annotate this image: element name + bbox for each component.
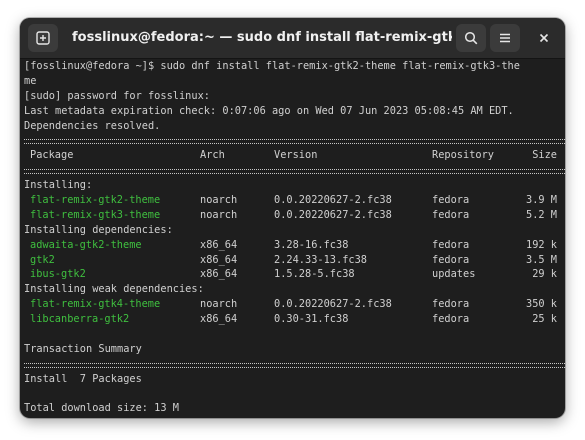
package-repo: fedora [432, 313, 470, 326]
header-size: Size [532, 149, 557, 162]
package-size: 3.5 M [526, 253, 557, 266]
header-version: Version [274, 149, 318, 162]
header-repository: Repository [432, 149, 494, 162]
package-size: 3.9 M [526, 194, 557, 207]
window-title: fosslinux@fedora:~ — sudo dnf install fl… [72, 30, 452, 45]
table-header: Package Arch Version Repository Size [24, 148, 565, 163]
close-button[interactable] [529, 24, 559, 52]
table-row: libcanberra-gtk2 x86_64 0.30-31.fc38 fed… [24, 312, 565, 327]
package-arch: noarch [200, 298, 238, 311]
package-version: 3.28-16.fc38 [274, 238, 349, 251]
table-row: flat-remix-gtk2-theme noarch 0.0.2022062… [24, 193, 565, 208]
table-row: flat-remix-gtk4-theme noarch 0.0.2022062… [24, 297, 565, 312]
table-row: adwaita-gtk2-theme x86_64 3.28-16.fc38 f… [24, 238, 565, 253]
plus-icon [36, 31, 50, 45]
section-label: Installing: [24, 179, 93, 192]
package-repo: fedora [432, 298, 470, 311]
table-row: ibus-gtk2 x86_64 1.5.28-5.fc38 updates 2… [24, 267, 565, 282]
package-name: gtk2 [30, 253, 55, 266]
package-arch: x86_64 [200, 268, 238, 281]
separator [24, 163, 565, 178]
package-version: 0.30-31.fc38 [274, 313, 349, 326]
package-version: 0.0.20220627-2.fc38 [274, 298, 392, 311]
package-size: 192 k [526, 238, 557, 251]
section-label: Installing dependencies: [24, 223, 173, 236]
header-package: Package [30, 149, 74, 162]
package-arch: noarch [200, 194, 238, 207]
package-arch: x86_64 [200, 238, 238, 251]
install-count-line: Install 7 Packages [24, 372, 142, 385]
separator [24, 133, 565, 148]
package-repo: fedora [432, 253, 470, 266]
title-bar: fosslinux@fedora:~ — sudo dnf install fl… [20, 18, 565, 59]
hamburger-menu-icon [500, 33, 510, 43]
terminal-output[interactable]: [fosslinux@fedora ~]$ sudo dnf install f… [20, 59, 565, 418]
sudo-prompt: [sudo] password for fosslinux: [24, 89, 210, 102]
download-size-line: Total download size: 13 M [24, 402, 179, 415]
package-size: 25 k [532, 313, 557, 326]
package-repo: updates [432, 268, 476, 281]
package-version: 2.24.33-13.fc38 [274, 253, 367, 266]
package-name: flat-remix-gtk4-theme [30, 298, 161, 311]
command-line-wrap: me [24, 74, 37, 87]
package-name: adwaita-gtk2-theme [30, 238, 142, 251]
separator [24, 357, 565, 372]
package-version: 0.0.20220627-2.fc38 [274, 194, 392, 207]
table-row: gtk2 x86_64 2.24.33-13.fc38 fedora 3.5 M [24, 253, 565, 268]
package-size: 350 k [526, 298, 557, 311]
package-arch: x86_64 [200, 313, 238, 326]
search-button[interactable] [456, 24, 486, 52]
package-arch: noarch [200, 208, 238, 221]
close-icon [539, 33, 549, 43]
package-repo: fedora [432, 194, 470, 207]
package-arch: x86_64 [200, 253, 238, 266]
transaction-summary-label: Transaction Summary [24, 342, 142, 355]
package-repo: fedora [432, 208, 470, 221]
package-name: libcanberra-gtk2 [30, 313, 130, 326]
deps-resolved-line: Dependencies resolved. [24, 119, 161, 132]
package-repo: fedora [432, 238, 470, 251]
new-tab-button[interactable] [28, 24, 58, 52]
search-icon [464, 31, 478, 45]
command-line: [fosslinux@fedora ~]$ sudo dnf install f… [24, 60, 520, 72]
package-size: 29 k [532, 268, 557, 281]
package-name: flat-remix-gtk2-theme [30, 194, 161, 207]
header-arch: Arch [200, 149, 225, 162]
table-row: flat-remix-gtk3-theme noarch 0.0.2022062… [24, 208, 565, 223]
package-version: 1.5.28-5.fc38 [274, 268, 355, 281]
package-name: ibus-gtk2 [30, 268, 86, 281]
section-label: Installing weak dependencies: [24, 283, 204, 296]
menu-button[interactable] [490, 24, 520, 52]
package-size: 5.2 M [526, 208, 557, 221]
package-version: 0.0.20220627-2.fc38 [274, 208, 392, 221]
package-name: flat-remix-gtk3-theme [30, 208, 161, 221]
metadata-line: Last metadata expiration check: 0:07:06 … [24, 104, 514, 117]
terminal-window: fosslinux@fedora:~ — sudo dnf install fl… [20, 18, 565, 418]
